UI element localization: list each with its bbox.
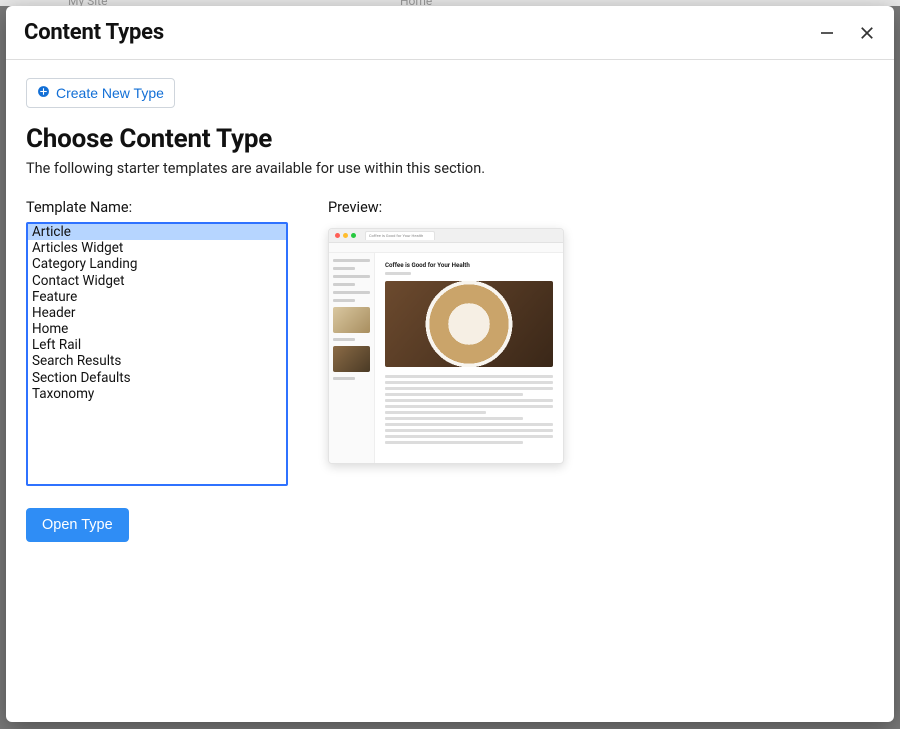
template-listbox[interactable]: ArticleArticles WidgetCategory LandingCo… <box>26 222 288 486</box>
preview-article-body <box>385 375 553 444</box>
template-option[interactable]: Search Results <box>28 353 286 369</box>
preview-tab-title: Coffee is Good for Your Health <box>365 231 435 240</box>
template-option[interactable]: Header <box>28 305 286 321</box>
page-heading: Choose Content Type <box>26 124 874 154</box>
template-option[interactable]: Contact Widget <box>28 273 286 289</box>
traffic-light-max-icon <box>351 233 356 238</box>
close-icon[interactable] <box>858 24 876 42</box>
template-option[interactable]: Section Defaults <box>28 370 286 386</box>
template-option[interactable]: Category Landing <box>28 256 286 272</box>
modal-body: Create New Type Choose Content Type The … <box>6 60 894 722</box>
plus-circle-icon <box>37 85 50 101</box>
preview-sidebar-thumb <box>333 346 370 372</box>
traffic-light-close-icon <box>335 233 340 238</box>
minimize-icon[interactable] <box>818 24 836 42</box>
page-description: The following starter templates are avai… <box>26 160 874 177</box>
traffic-light-min-icon <box>343 233 348 238</box>
template-option[interactable]: Left Rail <box>28 337 286 353</box>
preview-column: Preview: Coffee is Good for Your Health <box>328 199 564 464</box>
preview-sidebar-thumb <box>333 307 370 333</box>
template-option[interactable]: Article <box>28 224 286 240</box>
modal-header: Content Types <box>6 6 894 60</box>
create-new-type-label: Create New Type <box>56 85 164 101</box>
template-option[interactable]: Feature <box>28 289 286 305</box>
preview-article: Coffee is Good for Your Health <box>375 253 563 463</box>
create-new-type-button[interactable]: Create New Type <box>26 78 175 108</box>
modal-title: Content Types <box>24 20 164 45</box>
template-option[interactable]: Home <box>28 321 286 337</box>
preview-sidebar <box>329 253 375 463</box>
preview-article-title: Coffee is Good for Your Health <box>385 261 553 269</box>
template-name-label: Template Name: <box>26 199 288 216</box>
template-option[interactable]: Taxonomy <box>28 386 286 402</box>
preview-article-byline <box>385 272 411 275</box>
preview-browser-chrome: Coffee is Good for Your Health <box>329 229 563 243</box>
template-preview: Coffee is Good for Your Health Coffee i <box>328 228 564 464</box>
preview-article-image <box>385 281 553 367</box>
template-column: Template Name: ArticleArticles WidgetCat… <box>26 199 288 542</box>
template-option[interactable]: Articles Widget <box>28 240 286 256</box>
preview-label: Preview: <box>328 199 564 216</box>
preview-url-bar <box>329 243 563 253</box>
content-types-modal: Content Types Create New Type Choose Con… <box>6 6 894 722</box>
open-type-button[interactable]: Open Type <box>26 508 129 542</box>
modal-window-controls <box>818 24 876 42</box>
preview-page: Coffee is Good for Your Health <box>329 253 563 463</box>
